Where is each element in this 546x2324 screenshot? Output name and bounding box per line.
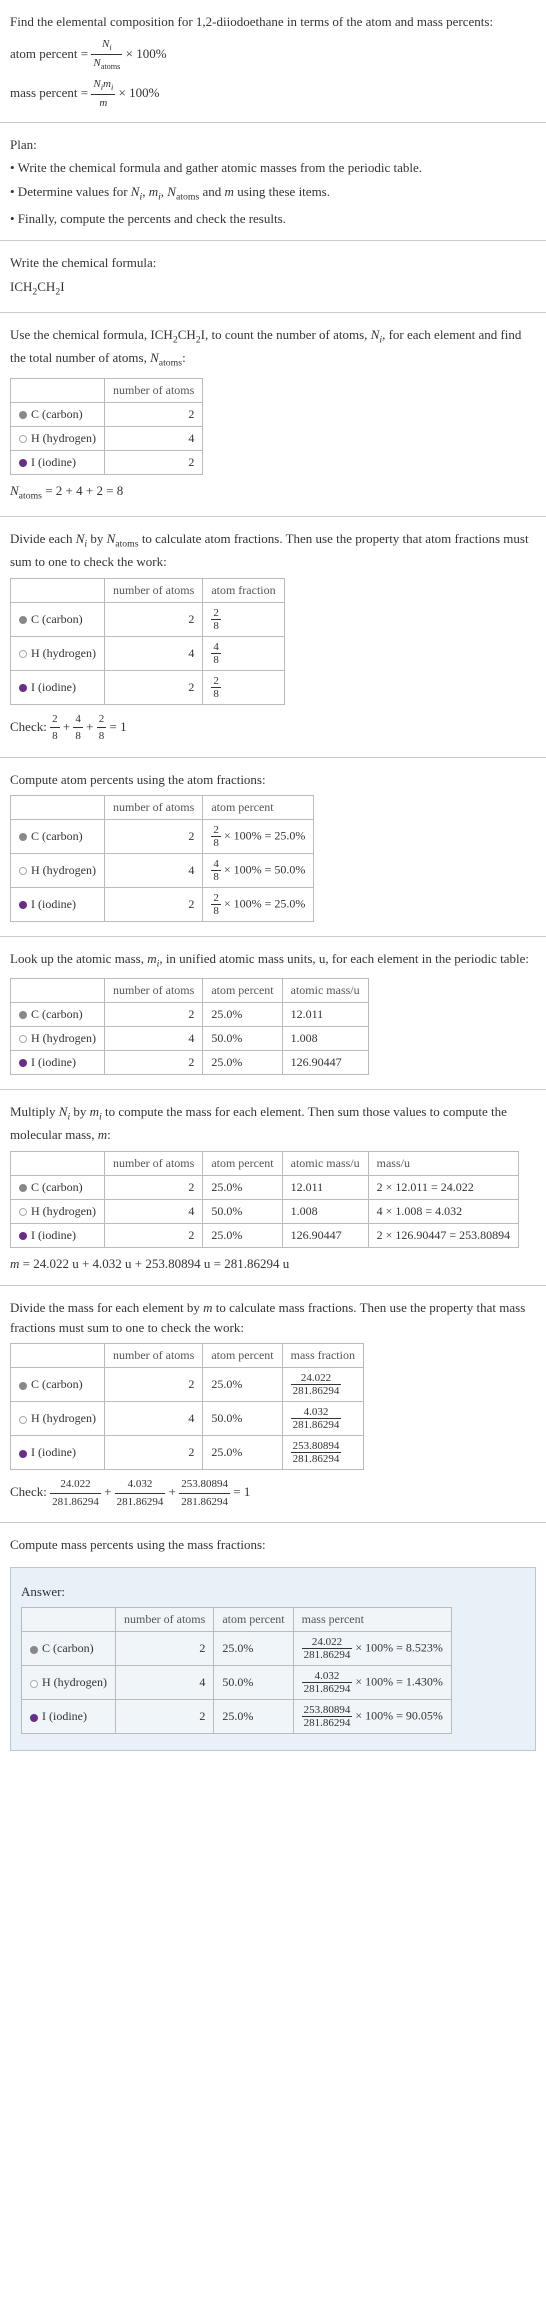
- chemical-formula-section: Write the chemical formula: ICH2CH2I: [0, 241, 546, 312]
- table-row: I (iodine)228: [11, 670, 285, 704]
- table-row: H (hydrogen)448 × 100% = 50.0%: [11, 854, 314, 888]
- carbon-dot-icon: [19, 411, 27, 419]
- table-row: C (carbon)228 × 100% = 25.0%: [11, 820, 314, 854]
- mass-percent-formula: mass percent = Nimim × 100%: [10, 76, 536, 112]
- table-row: C (carbon)225.0%12.0112 × 12.011 = 24.02…: [11, 1175, 519, 1199]
- table-row: I (iodine)228 × 100% = 25.0%: [11, 888, 314, 922]
- atom-percent-table: number of atomsatom percent C (carbon)22…: [10, 795, 314, 922]
- iodine-dot-icon: [19, 901, 27, 909]
- hydrogen-dot-icon: [19, 867, 27, 875]
- answer-title: Answer:: [21, 1582, 525, 1602]
- plan-title: Plan:: [10, 135, 536, 155]
- iodine-dot-icon: [19, 1232, 27, 1240]
- hydrogen-dot-icon: [19, 1208, 27, 1216]
- table-row: H (hydrogen)450.0%1.008: [11, 1027, 369, 1051]
- massfrac-intro: Divide the mass for each element by m to…: [10, 1298, 536, 1337]
- table-row: I (iodine)225.0%126.90447: [11, 1051, 369, 1075]
- mass-percent-section: Compute mass percents using the mass fra…: [0, 1523, 546, 1567]
- table-row: I (iodine)225.0%126.904472 × 126.90447 =…: [11, 1223, 519, 1247]
- natoms-sum: Natoms = 2 + 4 + 2 = 8: [10, 481, 536, 504]
- atom-count-table: number of atoms C (carbon)2 H (hydrogen)…: [10, 378, 203, 475]
- carbon-dot-icon: [19, 616, 27, 624]
- plan-section: Plan: • Write the chemical formula and g…: [0, 123, 546, 241]
- plan-bullet-1: • Write the chemical formula and gather …: [10, 158, 536, 178]
- carbon-dot-icon: [19, 833, 27, 841]
- table-row: C (carbon)228: [11, 602, 285, 636]
- count-atoms-section: Use the chemical formula, ICH2CH2I, to c…: [0, 313, 546, 516]
- atom-percent-formula: atom percent = NiNatoms × 100%: [10, 36, 536, 74]
- atom-fraction-table: number of atomsatom fraction C (carbon)2…: [10, 578, 285, 705]
- iodine-dot-icon: [19, 459, 27, 467]
- table-row: I (iodine)225.0%253.80894281.86294 × 100…: [22, 1700, 452, 1734]
- hydrogen-dot-icon: [19, 435, 27, 443]
- mass-fraction-section: Divide the mass for each element by m to…: [0, 1286, 546, 1522]
- iodine-dot-icon: [19, 1450, 27, 1458]
- mass-compute-section: Multiply Ni by mi to compute the mass fo…: [0, 1090, 546, 1285]
- table-row: I (iodine)2: [11, 450, 203, 474]
- table-row: H (hydrogen)450.0%1.0084 × 1.008 = 4.032: [11, 1199, 519, 1223]
- count-intro: Use the chemical formula, ICH2CH2I, to c…: [10, 325, 536, 371]
- iodine-dot-icon: [19, 1059, 27, 1067]
- carbon-dot-icon: [19, 1382, 27, 1390]
- molecular-mass-sum: m = 24.022 u + 4.032 u + 253.80894 u = 2…: [10, 1254, 536, 1274]
- table-row: C (carbon)2: [11, 402, 203, 426]
- hydrogen-dot-icon: [19, 1035, 27, 1043]
- atomfrac-intro: Divide each Ni by Natoms to calculate at…: [10, 529, 536, 572]
- atomic-mass-section: Look up the atomic mass, mi, in unified …: [0, 937, 546, 1089]
- atomfrac-check: Check: 28 + 48 + 28 = 1: [10, 711, 536, 745]
- carbon-dot-icon: [19, 1011, 27, 1019]
- table-row: H (hydrogen)448: [11, 636, 285, 670]
- hydrogen-dot-icon: [30, 1680, 38, 1688]
- plan-bullet-3: • Finally, compute the percents and chec…: [10, 209, 536, 229]
- formula-title: Write the chemical formula:: [10, 253, 536, 273]
- massmult-intro: Multiply Ni by mi to compute the mass fo…: [10, 1102, 536, 1145]
- atompct-title: Compute atom percents using the atom fra…: [10, 770, 536, 790]
- iodine-dot-icon: [30, 1714, 38, 1722]
- answer-table: number of atomsatom percentmass percent …: [21, 1607, 452, 1734]
- table-row: H (hydrogen)450.0%4.032281.86294 × 100% …: [22, 1666, 452, 1700]
- table-row: I (iodine)225.0%253.80894281.86294: [11, 1436, 364, 1470]
- masspct-title: Compute mass percents using the mass fra…: [10, 1535, 536, 1555]
- atom-fraction-section: Divide each Ni by Natoms to calculate at…: [0, 517, 546, 757]
- carbon-dot-icon: [19, 1184, 27, 1192]
- table-row: C (carbon)225.0%24.022281.86294: [11, 1368, 364, 1402]
- intro-section: Find the elemental composition for 1,2-d…: [0, 0, 546, 122]
- table-row: C (carbon)225.0%24.022281.86294 × 100% =…: [22, 1632, 452, 1666]
- table-row: H (hydrogen)4: [11, 426, 203, 450]
- hydrogen-dot-icon: [19, 650, 27, 658]
- answer-box: Answer: number of atomsatom percentmass …: [10, 1567, 536, 1752]
- iodine-dot-icon: [19, 684, 27, 692]
- table-row: C (carbon)225.0%12.011: [11, 1003, 369, 1027]
- mass-compute-table: number of atomsatom percentatomic mass/u…: [10, 1151, 519, 1248]
- atom-percent-section: Compute atom percents using the atom fra…: [0, 758, 546, 937]
- atomicmass-intro: Look up the atomic mass, mi, in unified …: [10, 949, 536, 972]
- hydrogen-dot-icon: [19, 1416, 27, 1424]
- mass-fraction-table: number of atomsatom percentmass fraction…: [10, 1343, 364, 1470]
- massfrac-check: Check: 24.022281.86294 + 4.032281.86294 …: [10, 1476, 536, 1510]
- table-row: H (hydrogen)450.0%4.032281.86294: [11, 1402, 364, 1436]
- chemical-formula: ICH2CH2I: [10, 277, 536, 300]
- carbon-dot-icon: [30, 1646, 38, 1654]
- intro-text: Find the elemental composition for 1,2-d…: [10, 12, 536, 32]
- atomic-mass-table: number of atomsatom percentatomic mass/u…: [10, 978, 369, 1075]
- plan-bullet-2: • Determine values for Ni, mi, Natoms an…: [10, 182, 536, 205]
